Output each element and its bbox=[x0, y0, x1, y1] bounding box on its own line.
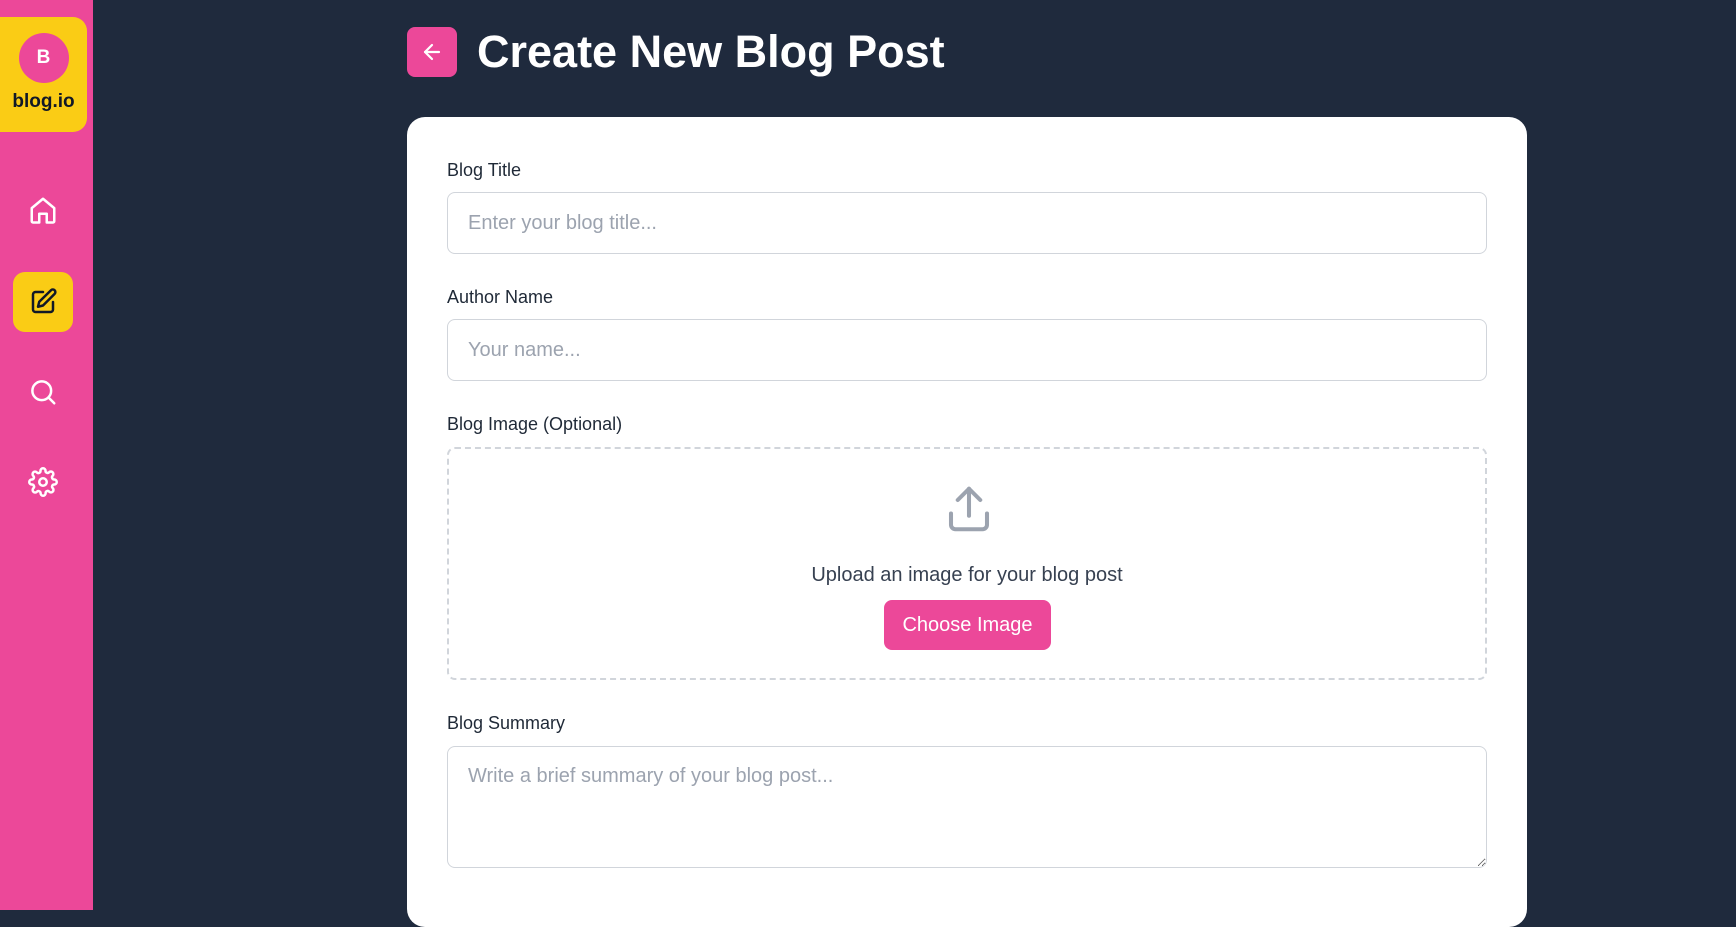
gear-icon bbox=[28, 467, 58, 497]
nav-item-settings[interactable] bbox=[13, 452, 73, 512]
nav-item-search[interactable] bbox=[13, 362, 73, 422]
arrow-left-icon bbox=[423, 43, 441, 61]
blog-title-input[interactable] bbox=[447, 192, 1487, 254]
author-name-label: Author Name bbox=[447, 287, 554, 307]
page-header: Create New Blog Post bbox=[407, 26, 945, 78]
author-name-input[interactable] bbox=[447, 319, 1487, 381]
nav-item-home[interactable] bbox=[13, 180, 73, 240]
upload-prompt: Upload an image for your blog post bbox=[811, 564, 1123, 586]
back-button[interactable] bbox=[407, 27, 457, 77]
logo-text: blog.io bbox=[12, 91, 75, 112]
blog-title-label: Blog Title bbox=[447, 160, 522, 180]
choose-image-button[interactable]: Choose Image bbox=[884, 600, 1051, 650]
page-title: Create New Blog Post bbox=[477, 26, 945, 77]
blog-image-label: Blog Image (Optional) bbox=[447, 414, 623, 434]
search-icon bbox=[31, 380, 56, 405]
image-upload-dropzone[interactable]: Upload an image for your blog post Choos… bbox=[447, 447, 1487, 680]
edit-icon bbox=[31, 288, 57, 314]
blog-summary-label: Blog Summary bbox=[447, 713, 566, 733]
blog-summary-textarea[interactable] bbox=[447, 746, 1487, 868]
home-icon bbox=[30, 197, 56, 224]
upload-icon bbox=[948, 486, 990, 532]
logo-initial: B bbox=[18, 33, 69, 83]
sidebar: B blog.io bbox=[0, 0, 93, 910]
create-post-form: Blog Title Author Name Blog Image (Optio… bbox=[407, 117, 1527, 927]
brand-logo[interactable]: B blog.io bbox=[0, 17, 87, 132]
nav-item-create-post[interactable] bbox=[13, 272, 73, 332]
